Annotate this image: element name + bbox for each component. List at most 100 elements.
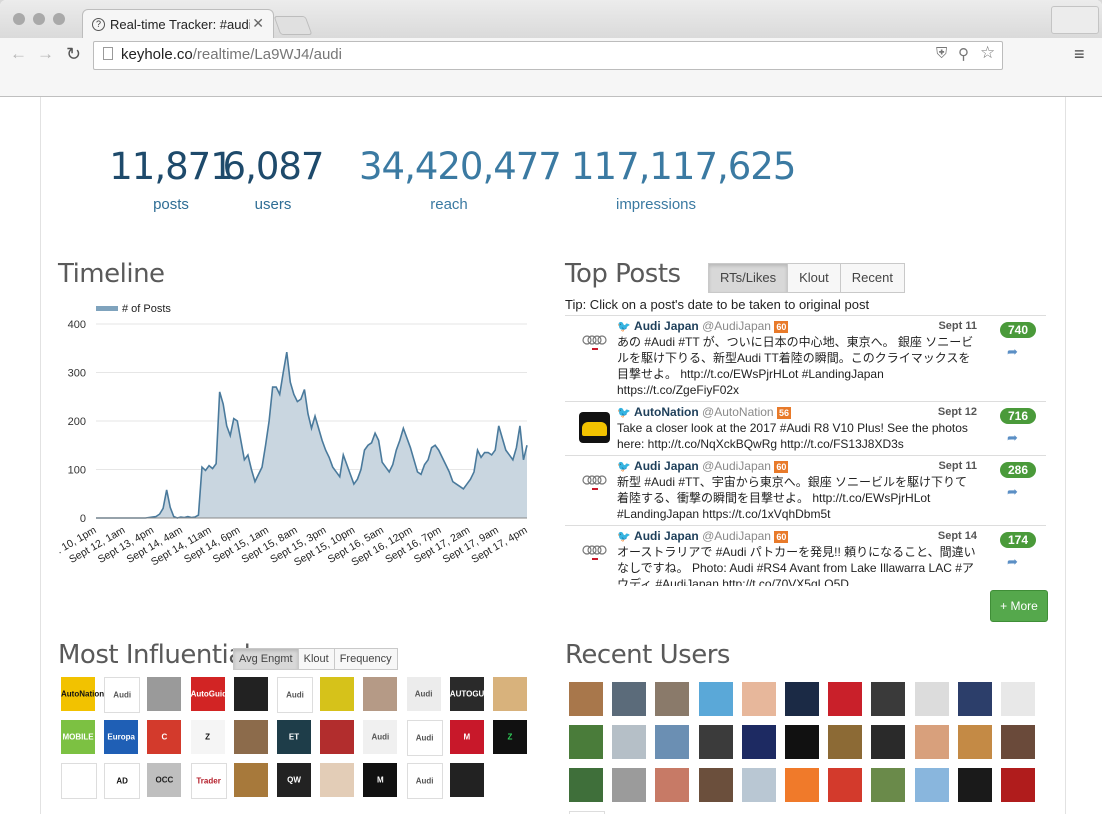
recent-user-avatar[interactable] xyxy=(785,682,819,716)
reload-icon[interactable]: ↻ xyxy=(66,44,81,65)
recent-user-avatar[interactable] xyxy=(785,768,819,802)
recent-user-avatar[interactable] xyxy=(655,682,690,716)
share-arrow-icon[interactable]: ➦ xyxy=(1007,430,1018,446)
recent-user-avatar[interactable] xyxy=(741,682,776,716)
influencer-avatar[interactable] xyxy=(320,720,355,754)
influencer-avatar[interactable]: Z xyxy=(190,720,225,754)
influencer-avatar[interactable]: M xyxy=(449,720,484,754)
recent-user-avatar[interactable] xyxy=(698,725,733,759)
influencer-avatar[interactable]: AutoNation xyxy=(61,677,104,711)
address-bar[interactable]: keyhole.co/realtime/La9WJ4/audi ⛨ ⚲ ☆ xyxy=(93,41,1003,70)
more-posts-button[interactable]: + More xyxy=(990,590,1048,622)
recent-user-avatar[interactable] xyxy=(957,682,992,716)
recent-user-avatar[interactable] xyxy=(957,768,992,802)
recent-user-avatar[interactable] xyxy=(871,725,906,759)
influencer-avatar[interactable]: Audi xyxy=(277,677,313,713)
recent-user-avatar[interactable] xyxy=(569,768,603,802)
recent-user-avatar[interactable] xyxy=(569,725,603,759)
post-avatar[interactable] xyxy=(579,326,610,357)
post-date-link[interactable]: Sept 14 xyxy=(938,529,977,543)
post-author-name[interactable]: Audi Japan xyxy=(634,529,699,543)
hamburger-menu-icon[interactable]: ≡ xyxy=(1074,44,1085,65)
influencer-avatar[interactable]: QW xyxy=(277,763,311,797)
recent-user-avatar[interactable] xyxy=(1001,682,1035,716)
influencer-avatar[interactable]: Audi xyxy=(406,763,443,799)
post-author-handle[interactable]: @AudiJapan xyxy=(702,459,771,473)
recent-user-avatar[interactable] xyxy=(914,682,949,716)
post-date-link[interactable]: Sept 12 xyxy=(938,405,977,419)
influencer-avatar[interactable] xyxy=(147,677,182,711)
recent-user-avatar[interactable] xyxy=(655,768,690,802)
influencer-avatar[interactable]: Audi xyxy=(363,720,398,754)
recent-user-avatar[interactable] xyxy=(785,725,819,759)
post-author-name[interactable]: AutoNation xyxy=(634,405,699,419)
post-author-name[interactable]: Audi Japan xyxy=(634,319,699,333)
recent-user-avatar[interactable] xyxy=(1001,768,1035,802)
recent-user-avatar[interactable] xyxy=(828,768,863,802)
post-avatar[interactable] xyxy=(579,536,610,567)
influencer-avatar[interactable]: Z xyxy=(493,720,527,754)
influencer-avatar[interactable] xyxy=(363,677,398,711)
post-date-link[interactable]: Sept 11 xyxy=(938,319,977,333)
influencer-avatar[interactable] xyxy=(61,763,97,799)
profile-button[interactable] xyxy=(1051,6,1099,34)
influencer-avatar[interactable]: Audi xyxy=(104,677,141,713)
post-author-handle[interactable]: @AutoNation xyxy=(702,405,774,419)
influencer-avatar[interactable] xyxy=(449,763,484,797)
browser-tab[interactable]: ? Real-time Tracker: #audi - Ke ✕ xyxy=(82,9,274,40)
influencer-avatar[interactable]: AUTOGUIDE xyxy=(449,677,498,711)
post-author-name[interactable]: Audi Japan xyxy=(634,459,699,473)
post-avatar[interactable] xyxy=(579,412,610,443)
influencer-avatar[interactable]: MOBILE xyxy=(61,720,95,754)
share-arrow-icon[interactable]: ➦ xyxy=(1007,554,1018,570)
recent-user-avatar[interactable] xyxy=(914,768,949,802)
influencer-avatar[interactable]: OCC xyxy=(147,763,182,797)
influencer-avatar[interactable] xyxy=(320,763,355,797)
new-tab-button[interactable] xyxy=(273,16,313,35)
share-arrow-icon[interactable]: ➦ xyxy=(1007,484,1018,500)
recent-user-avatar[interactable] xyxy=(871,682,906,716)
post-author-handle[interactable]: @AudiJapan xyxy=(702,319,771,333)
tab-klout[interactable]: Klout xyxy=(787,263,841,293)
share-arrow-icon[interactable]: ➦ xyxy=(1007,344,1018,360)
influencer-avatar[interactable] xyxy=(233,677,268,711)
recent-user-avatar[interactable] xyxy=(569,682,603,716)
tab-close-icon[interactable]: ✕ xyxy=(252,15,264,32)
influencer-avatar[interactable] xyxy=(493,677,527,711)
post-author-handle[interactable]: @AudiJapan xyxy=(702,529,771,543)
back-arrow-icon[interactable]: ← xyxy=(10,44,27,64)
influencer-avatar[interactable]: M xyxy=(363,763,398,797)
tab-rts-likes[interactable]: RTs/Likes xyxy=(708,263,789,293)
bookmark-star-icon[interactable]: ☆ xyxy=(980,43,995,63)
extension-icon[interactable]: ⛨ xyxy=(936,45,947,62)
recent-user-avatar[interactable] xyxy=(612,725,647,759)
recent-user-avatar[interactable] xyxy=(741,768,776,802)
recent-user-avatar[interactable] xyxy=(828,725,863,759)
influencer-avatar[interactable] xyxy=(320,677,355,711)
tab-avg-engmt[interactable]: Avg Engmt xyxy=(233,648,299,670)
recent-user-avatar[interactable] xyxy=(698,682,733,716)
zoom-window-button[interactable] xyxy=(53,13,65,25)
recent-user-avatar[interactable] xyxy=(612,682,647,716)
recent-user-avatar[interactable] xyxy=(914,725,949,759)
influencer-avatar[interactable]: ET xyxy=(277,720,311,754)
influencer-avatar[interactable]: Audi xyxy=(406,720,443,756)
tab-klout[interactable]: Klout xyxy=(297,648,335,670)
recent-user-avatar[interactable] xyxy=(1001,725,1035,759)
tab-frequency[interactable]: Frequency xyxy=(333,648,398,670)
recent-user-avatar[interactable] xyxy=(871,768,906,802)
close-window-button[interactable] xyxy=(13,13,25,25)
influencer-avatar[interactable] xyxy=(233,763,268,797)
influencer-avatar[interactable] xyxy=(233,720,268,754)
post-avatar[interactable] xyxy=(579,466,610,497)
recent-user-avatar[interactable] xyxy=(655,725,690,759)
influencer-avatar[interactable]: AutoGuide xyxy=(190,677,231,711)
minimize-window-button[interactable] xyxy=(33,13,45,25)
forward-arrow-icon[interactable]: → xyxy=(37,44,54,64)
influencer-avatar[interactable]: Audi xyxy=(406,677,441,711)
recent-user-avatar[interactable] xyxy=(828,682,863,716)
influencer-avatar[interactable]: Europa xyxy=(104,720,139,754)
influencer-avatar[interactable]: Trader xyxy=(190,763,227,799)
influencer-avatar[interactable]: C xyxy=(147,720,182,754)
recent-user-avatar[interactable] xyxy=(698,768,733,802)
